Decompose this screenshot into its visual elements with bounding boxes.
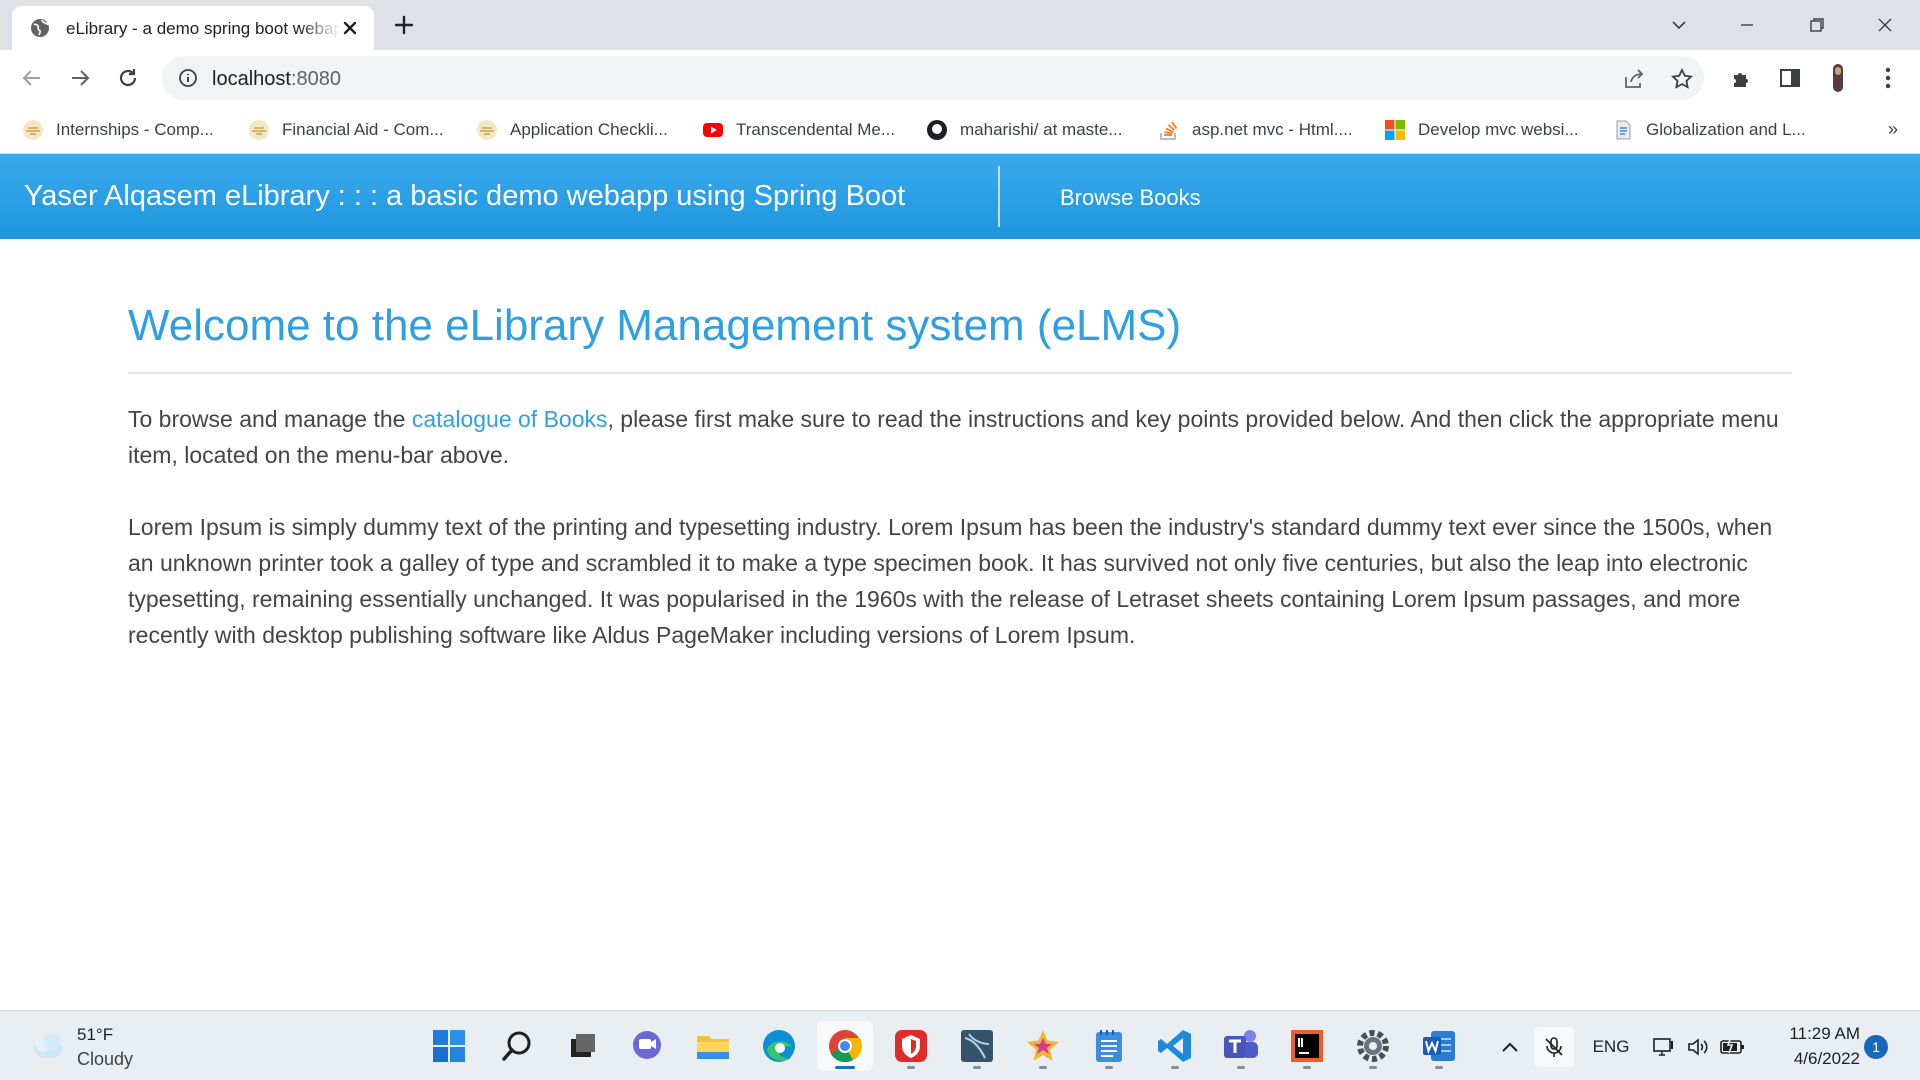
minimize-icon[interactable] xyxy=(1732,10,1762,40)
windows-taskbar: 51°F Cloudy ENG 11:29 AM 4/6/2022 1 xyxy=(0,1010,1920,1080)
task-view-icon[interactable] xyxy=(555,1021,611,1071)
running-indicator xyxy=(1303,1066,1311,1069)
bookmark-star-icon[interactable] xyxy=(1670,67,1694,91)
url-text: localhost:8080 xyxy=(212,68,341,90)
browser-tab-strip: eLibrary - a demo spring boot webapp xyxy=(0,0,1920,50)
university-seal-icon xyxy=(477,120,497,140)
browser-toolbar: localhost:8080 xyxy=(0,50,1920,106)
bookmark-item[interactable]: Internships - Comp... xyxy=(22,116,214,144)
page-title: Welcome to the eLibrary Management syste… xyxy=(128,301,1182,350)
file-explorer-icon[interactable] xyxy=(685,1021,741,1071)
mysql-workbench-icon[interactable] xyxy=(949,1021,1005,1071)
bookmark-item[interactable]: maharishi/ at maste... xyxy=(926,116,1123,144)
intellij-icon[interactable] xyxy=(1279,1021,1335,1071)
bookmarks-overflow-chevron[interactable]: » xyxy=(1888,119,1898,140)
running-indicator xyxy=(1435,1066,1443,1069)
globe-icon xyxy=(31,19,49,37)
active-indicator xyxy=(835,1066,855,1069)
tab-title: eLibrary - a demo spring boot webapp xyxy=(66,19,341,38)
running-indicator xyxy=(907,1066,915,1069)
star-app-icon[interactable] xyxy=(1015,1021,1071,1071)
university-seal-icon xyxy=(249,120,269,140)
side-panel-icon[interactable] xyxy=(1776,64,1804,92)
nav-browse-books[interactable]: Browse Books xyxy=(1060,185,1201,211)
bookmark-item[interactable]: Transcendental Me... xyxy=(702,116,895,144)
bookmark-item[interactable]: Develop mvc websi... xyxy=(1384,116,1579,144)
site-brand[interactable]: Yaser Alqasem eLibrary : : : a basic dem… xyxy=(24,180,905,213)
settings-icon[interactable] xyxy=(1345,1021,1401,1071)
volume-icon[interactable] xyxy=(1684,1033,1712,1061)
edge-icon[interactable] xyxy=(751,1021,807,1071)
bookmark-item[interactable]: Application Checkli... xyxy=(476,116,668,144)
site-navbar: Yaser Alqasem eLibrary : : : a basic dem… xyxy=(0,154,1920,239)
stackoverflow-icon xyxy=(1160,121,1178,140)
new-tab-plus-icon[interactable] xyxy=(392,13,416,37)
show-hidden-icons-chevron-icon[interactable] xyxy=(1496,1033,1524,1061)
running-indicator xyxy=(1039,1066,1047,1069)
reload-icon[interactable] xyxy=(114,64,142,92)
intro-paragraph: To browse and manage the catalogue of Bo… xyxy=(128,406,1779,468)
taskbar-clock[interactable]: 11:29 AM 4/6/2022 xyxy=(1760,1021,1860,1071)
heading-divider xyxy=(128,372,1792,374)
teams-icon[interactable] xyxy=(1213,1021,1269,1071)
clock-time: 11:29 AM xyxy=(1789,1024,1860,1043)
address-bar[interactable]: localhost:8080 xyxy=(162,56,1704,100)
input-language[interactable]: ENG xyxy=(1586,1033,1636,1061)
chat-icon[interactable] xyxy=(619,1021,675,1071)
notepad-icon[interactable] xyxy=(1081,1021,1137,1071)
close-window-icon[interactable] xyxy=(1870,10,1900,40)
extensions-puzzle-icon[interactable] xyxy=(1728,64,1756,92)
document-icon xyxy=(1616,120,1631,140)
browser-tab[interactable]: eLibrary - a demo spring boot webapp xyxy=(12,6,374,50)
menu-kebab-icon[interactable] xyxy=(1874,64,1902,92)
running-indicator xyxy=(1171,1066,1179,1069)
word-icon[interactable] xyxy=(1411,1021,1467,1071)
weather-temperature[interactable]: 51°F xyxy=(77,1025,113,1045)
running-indicator xyxy=(1369,1066,1377,1069)
restore-icon[interactable] xyxy=(1802,10,1832,40)
share-icon[interactable] xyxy=(1622,67,1646,91)
chrome-icon[interactable] xyxy=(817,1021,873,1071)
forward-arrow-icon[interactable] xyxy=(66,64,94,92)
lorem-paragraph: Lorem Ipsum is simply dummy text of the … xyxy=(128,514,1773,648)
site-info-icon[interactable] xyxy=(178,68,198,88)
antivirus-icon[interactable] xyxy=(883,1021,939,1071)
running-indicator xyxy=(973,1066,981,1069)
bookmarks-bar: Internships - Comp... Financial Aid - Co… xyxy=(0,106,1920,154)
youtube-icon xyxy=(703,123,723,137)
tab-search-chevron-icon[interactable] xyxy=(1664,10,1694,40)
search-icon[interactable] xyxy=(489,1021,545,1071)
microsoft-icon xyxy=(1385,120,1405,140)
weather-description[interactable]: Cloudy xyxy=(77,1049,133,1070)
microphone-muted-icon[interactable] xyxy=(1534,1027,1574,1067)
running-indicator xyxy=(1105,1066,1113,1069)
bookmark-item[interactable]: Globalization and L... xyxy=(1612,116,1806,144)
cloudy-weather-icon[interactable] xyxy=(28,1029,66,1061)
profile-avatar-icon[interactable] xyxy=(1824,64,1852,92)
back-arrow-icon[interactable] xyxy=(18,64,46,92)
bookmark-item[interactable]: asp.net mvc - Html.... xyxy=(1158,116,1353,144)
bookmark-item[interactable]: Financial Aid - Com... xyxy=(248,116,444,144)
navbar-divider xyxy=(998,166,1000,227)
vscode-icon[interactable] xyxy=(1147,1021,1203,1071)
network-icon[interactable] xyxy=(1650,1033,1678,1061)
running-indicator xyxy=(1237,1066,1245,1069)
catalogue-link[interactable]: catalogue of Books xyxy=(412,406,608,432)
battery-charging-icon[interactable] xyxy=(1718,1033,1748,1061)
notification-badge[interactable]: 1 xyxy=(1864,1035,1888,1059)
github-icon xyxy=(927,120,947,140)
university-seal-icon xyxy=(23,120,43,140)
clock-date: 4/6/2022 xyxy=(1793,1049,1860,1068)
close-tab-icon[interactable] xyxy=(340,18,360,38)
start-icon[interactable] xyxy=(421,1021,477,1071)
